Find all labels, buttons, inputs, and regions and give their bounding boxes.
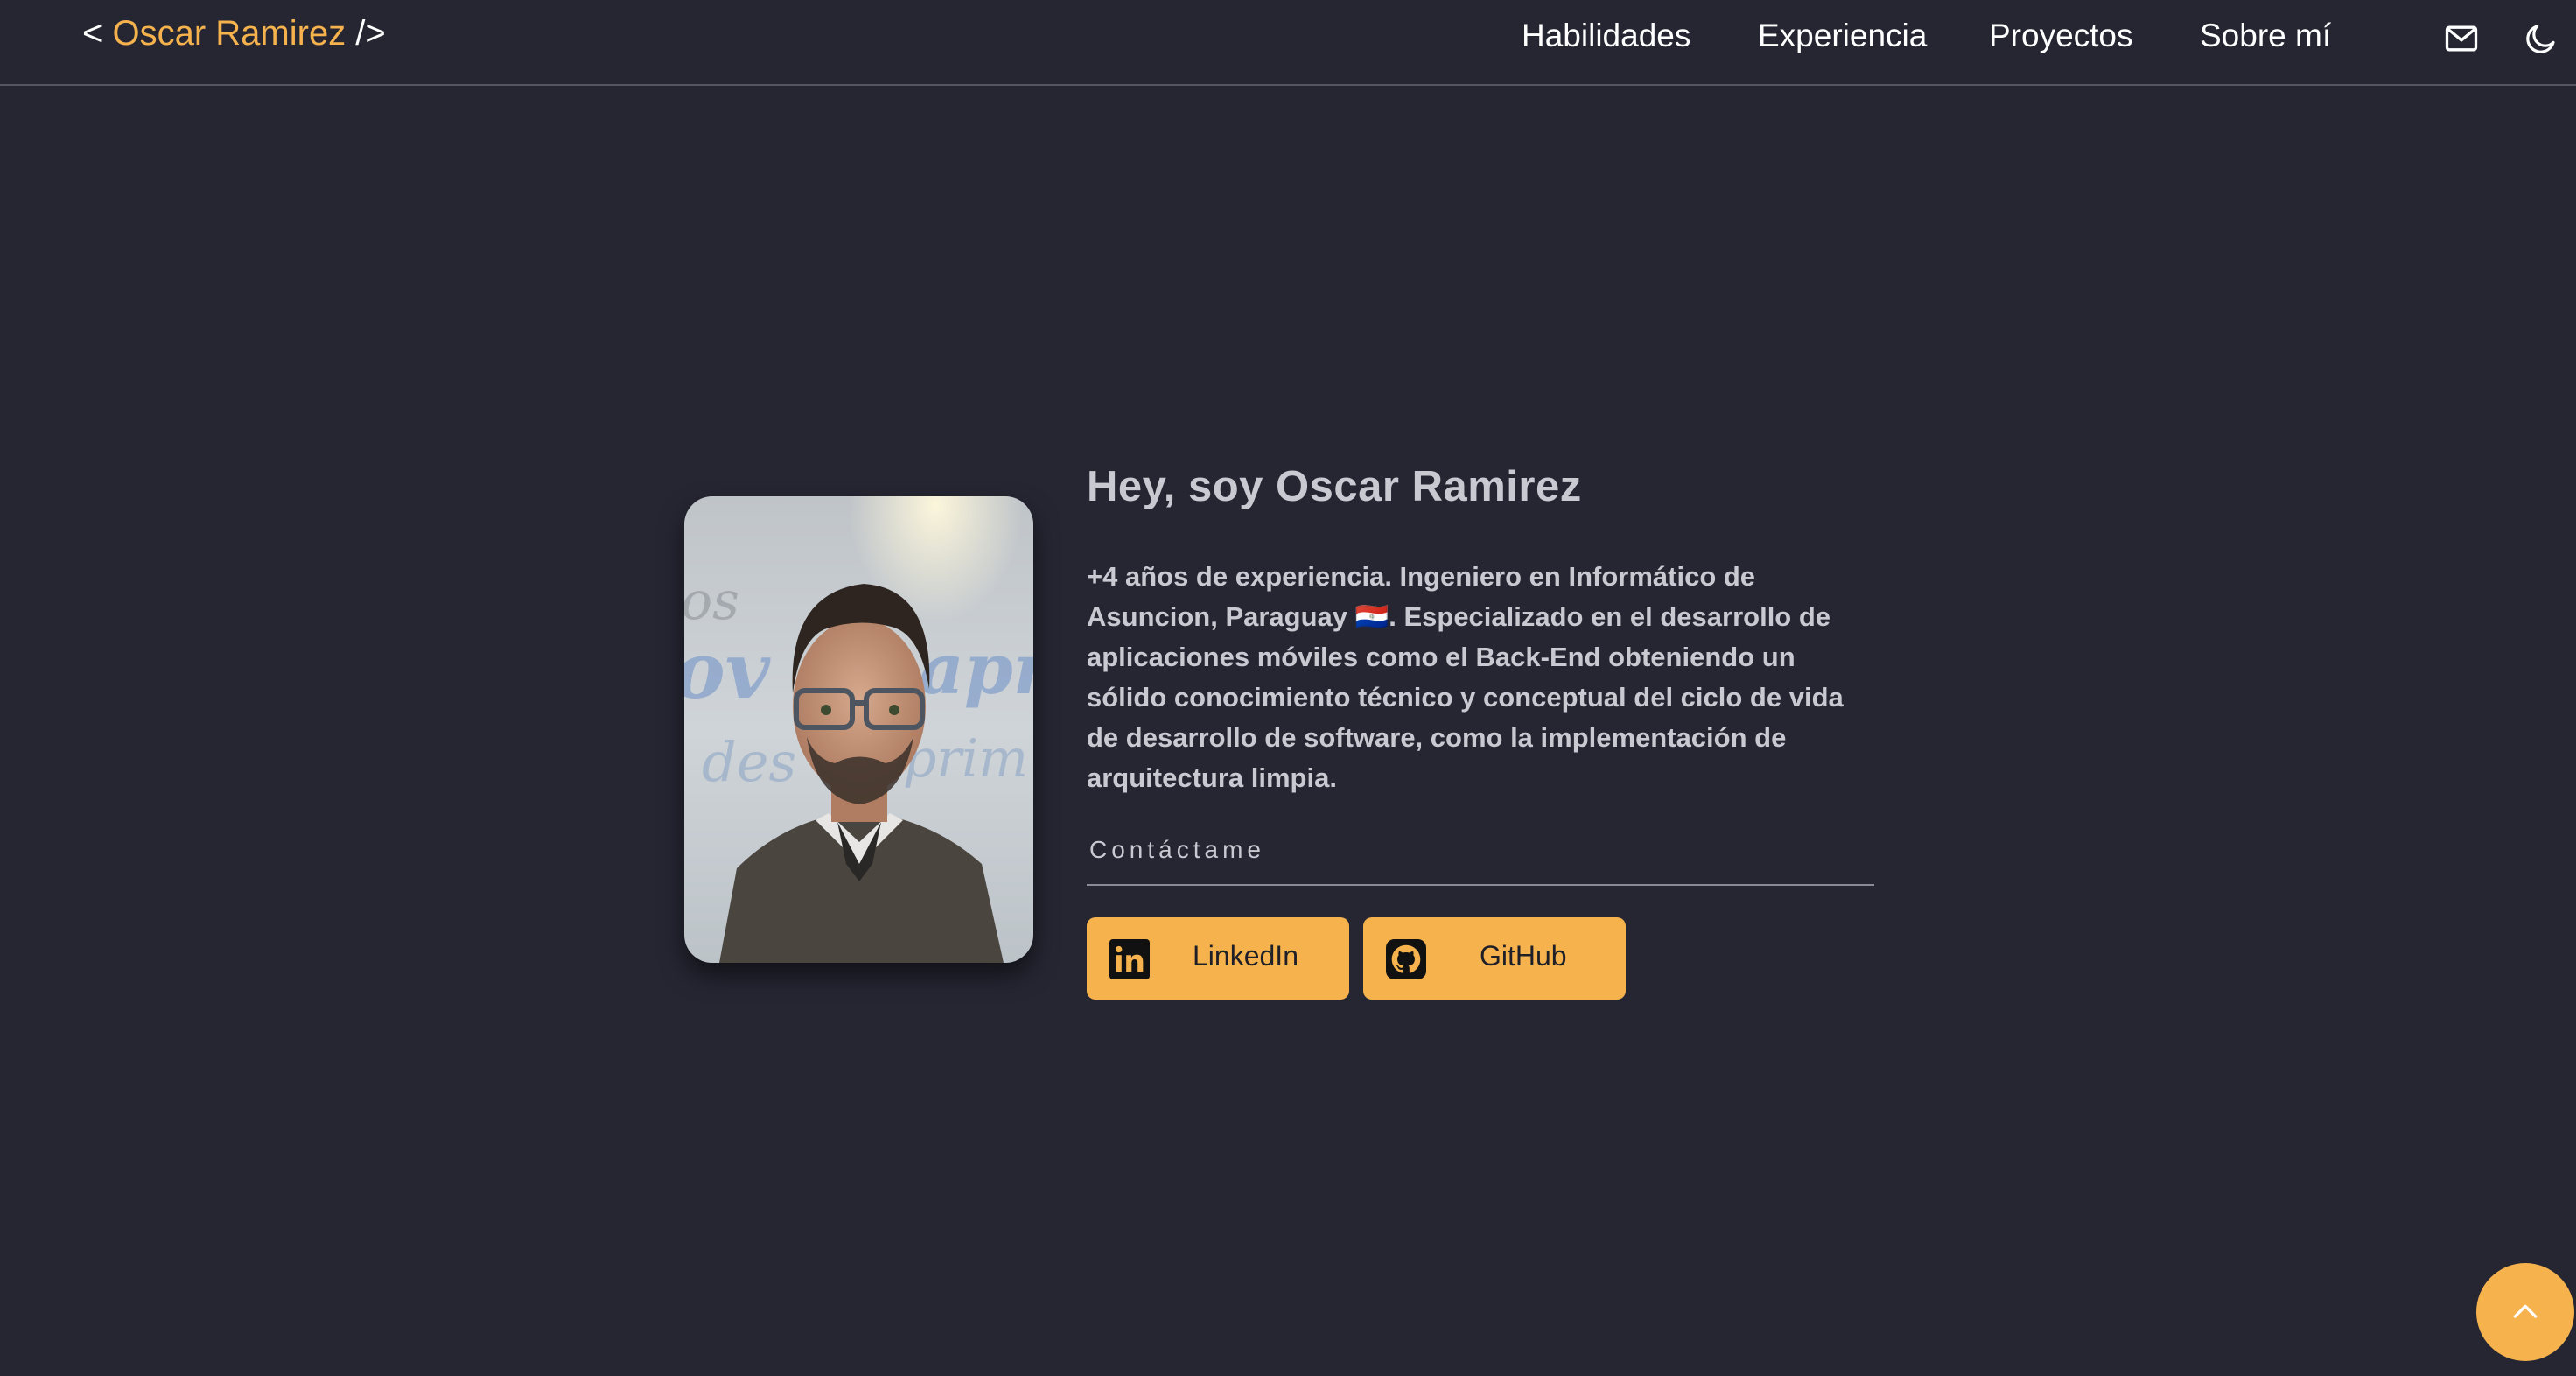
mail-icon [2445, 25, 2478, 52]
logo-close-bracket: /> [346, 14, 386, 53]
chevron-up-icon [2513, 1304, 2538, 1318]
mail-button[interactable] [2439, 16, 2484, 61]
nav-item-habilidades[interactable]: Habilidades [1522, 18, 1690, 54]
theme-toggle-button[interactable] [2518, 16, 2564, 61]
github-label: GitHub [1480, 940, 1567, 972]
page: < Oscar Ramirez /> Habilidades Experienc… [0, 0, 2576, 1376]
scroll-to-top-button[interactable] [2476, 1263, 2574, 1361]
logo-name: Oscar Ramirez [112, 14, 346, 53]
hero-description: +4 años de experiencia. Ingeniero en Inf… [1087, 561, 1844, 793]
github-icon [1386, 939, 1426, 979]
nav-item-sobre-mi[interactable]: Sobre mí [2200, 18, 2331, 54]
svg-text:apre: apre [919, 628, 1033, 710]
contact-divider [1087, 884, 1874, 886]
linkedin-icon [1110, 939, 1150, 979]
svg-text:ov: ov [684, 625, 771, 716]
contact-label: Contáctame [1089, 836, 1265, 863]
site-logo[interactable]: < Oscar Ramirez /> [82, 14, 386, 53]
svg-text:prim: prim [903, 728, 1028, 790]
profile-photo: os ov apre des prim [684, 496, 1033, 963]
github-button[interactable]: GitHub [1363, 917, 1626, 1000]
logo-open-bracket: < [82, 14, 113, 53]
hero-title: Hey, soy Oscar Ramirez [1087, 463, 1582, 510]
moon-icon [2526, 25, 2555, 53]
nav-item-experiencia[interactable]: Experiencia [1758, 18, 1927, 54]
svg-text:des: des [702, 730, 796, 794]
top-navbar: < Oscar Ramirez /> Habilidades Experienc… [0, 0, 2576, 86]
svg-text:os: os [684, 571, 739, 632]
nav-item-proyectos[interactable]: Proyectos [1989, 18, 2133, 54]
linkedin-button[interactable]: LinkedIn [1087, 917, 1349, 1000]
linkedin-label: LinkedIn [1193, 940, 1298, 972]
